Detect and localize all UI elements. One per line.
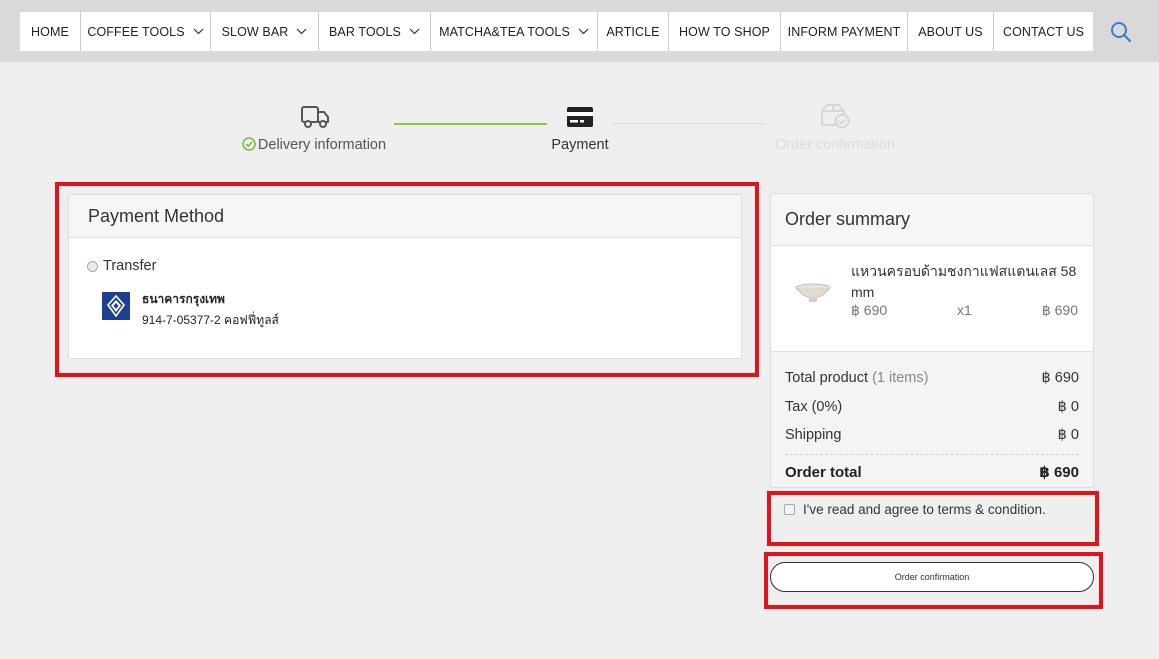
total-product-row: Total product (1 items) ฿ 690 bbox=[785, 370, 1079, 387]
nav-item-contact-us[interactable]: CONTACT US bbox=[994, 12, 1093, 51]
highlight-box bbox=[767, 491, 1099, 546]
shipping-row: Shipping ฿ 0 bbox=[785, 427, 1079, 444]
order-summary-panel: Order summary แหวนครอบด้ามชงกาแฟสแตนเลส … bbox=[770, 193, 1094, 488]
nav-item-bar-tools[interactable]: BAR TOOLS bbox=[319, 12, 431, 51]
progress-line-pending bbox=[613, 123, 766, 124]
nav-item-matcha-tea-tools[interactable]: MATCHA&TEA TOOLS bbox=[431, 12, 598, 51]
bank-account-number: 914-7-05377-2 คอฟฟี่ทูลส์ bbox=[142, 313, 279, 327]
step-label: Delivery information bbox=[257, 137, 387, 153]
chevron-down-icon bbox=[296, 28, 307, 35]
top-bar: HOME COFFEE TOOLS SLOW BAR BAR TOOLS MAT… bbox=[0, 0, 1159, 62]
nav-item-how-to-shop[interactable]: HOW TO SHOP bbox=[669, 12, 781, 51]
chevron-down-icon bbox=[193, 28, 204, 35]
box-check-icon bbox=[765, 100, 905, 134]
nav-item-about-us[interactable]: ABOUT US bbox=[908, 12, 994, 51]
step-label: Payment bbox=[551, 137, 609, 153]
tax-row: Tax (0%) ฿ 0 bbox=[785, 398, 1079, 415]
step-label: Order confirmation bbox=[774, 137, 896, 153]
checkout-stepper: Delivery information Payment Order confi… bbox=[0, 100, 1159, 170]
panel-title: Payment Method bbox=[69, 195, 741, 238]
bank-account-info: ธนาคารกรุงเทพ 914-7-05377-2 คอฟฟี่ทูลส์ bbox=[102, 292, 279, 328]
nav-item-article[interactable]: ARTICLE bbox=[598, 12, 669, 51]
check-circle-icon bbox=[242, 137, 256, 155]
truck-icon bbox=[238, 100, 392, 134]
progress-line-done bbox=[394, 123, 547, 125]
chevron-down-icon bbox=[409, 28, 420, 35]
payment-option-transfer[interactable]: Transfer bbox=[87, 258, 156, 274]
search-icon[interactable] bbox=[1109, 20, 1133, 44]
step-delivery[interactable]: Delivery information bbox=[236, 100, 392, 155]
step-payment[interactable]: Payment bbox=[540, 100, 620, 153]
nav-item-home[interactable]: HOME bbox=[20, 12, 81, 51]
radio-label: Transfer bbox=[103, 258, 157, 274]
credit-card-icon bbox=[540, 100, 620, 134]
payment-method-panel: Payment Method Transfer ธนาคารกรุงเทพ 91… bbox=[68, 194, 742, 359]
main-nav: HOME COFFEE TOOLS SLOW BAR BAR TOOLS MAT… bbox=[20, 12, 1093, 51]
product-thumbnail bbox=[793, 280, 833, 306]
panel-title: Order summary bbox=[771, 194, 1093, 246]
order-total-row: Order total ฿ 690 bbox=[785, 453, 1079, 490]
summary-rows: Total product (1 items) ฿ 690 Tax (0%) ฿… bbox=[785, 364, 1079, 490]
bank-logo-icon bbox=[102, 292, 130, 320]
terms-agreement[interactable]: I've read and agree to terms & condition… bbox=[784, 502, 1046, 517]
product-qty: x1 bbox=[957, 302, 972, 318]
terms-label: I've read and agree to terms & condition… bbox=[803, 502, 1046, 517]
bank-name: ธนาคารกรุงเทพ bbox=[142, 292, 225, 306]
step-order-confirmation: Order confirmation bbox=[765, 100, 905, 153]
product-unit-price: ฿ 690 bbox=[851, 302, 888, 318]
nav-item-coffee-tools[interactable]: COFFEE TOOLS bbox=[81, 12, 211, 51]
product-name: แหวนครอบด้ามชงกาแฟสแตนเลส 58 mm bbox=[851, 263, 1077, 300]
terms-checkbox[interactable] bbox=[784, 504, 795, 515]
product-amount: ฿ 690 bbox=[1041, 302, 1078, 318]
order-confirmation-button[interactable]: Order confirmation bbox=[770, 562, 1094, 592]
chevron-down-icon bbox=[578, 28, 589, 35]
order-item: แหวนครอบด้ามชงกาแฟสแตนเลส 58 mm ฿ 690 x1… bbox=[771, 246, 1093, 352]
nav-item-inform-payment[interactable]: INFORM PAYMENT bbox=[781, 12, 908, 51]
transfer-radio[interactable] bbox=[87, 260, 98, 272]
nav-item-slow-bar[interactable]: SLOW BAR bbox=[211, 12, 319, 51]
